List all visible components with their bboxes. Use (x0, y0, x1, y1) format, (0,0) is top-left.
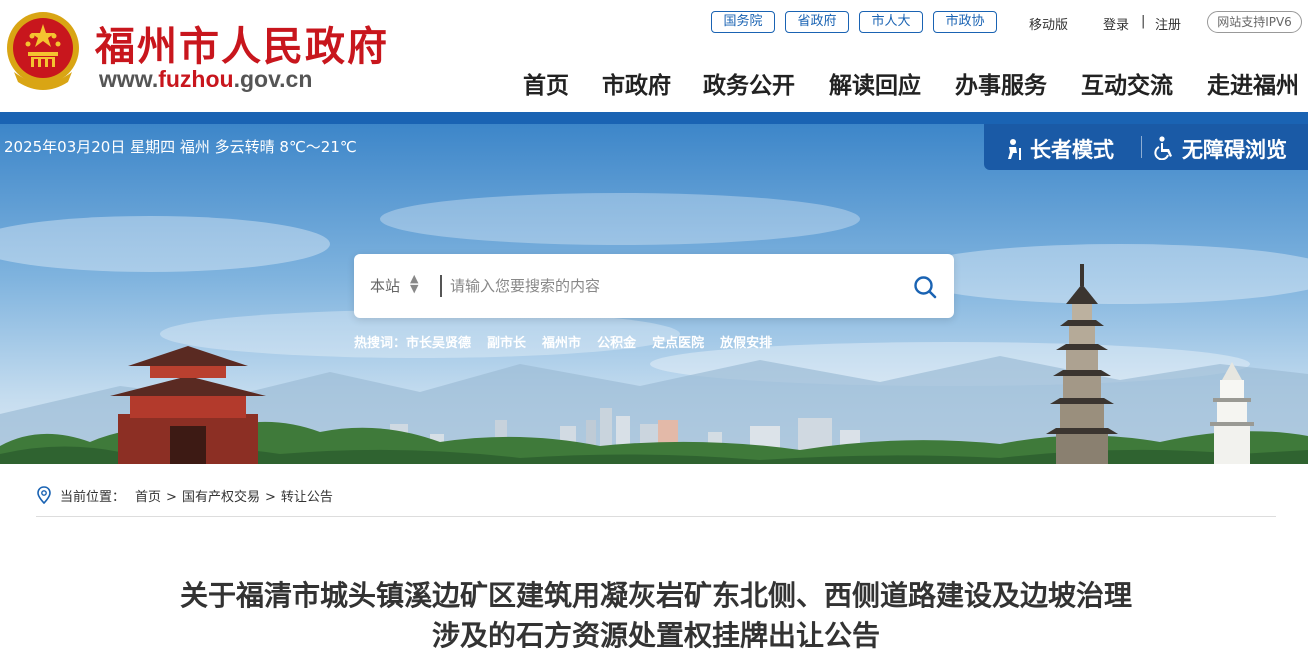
search-input[interactable] (450, 270, 890, 302)
login-separator: | (1141, 14, 1146, 29)
breadcrumb-transfer-notice[interactable]: 转让公告 (281, 490, 333, 505)
site-header: 福州市人民政府 www.fuzhou.gov.cn 国务院 省政府 市人大 市政… (0, 0, 1308, 116)
search-box: 本站 ▲ ▼ (354, 254, 954, 318)
nav-government[interactable]: 市政府 (602, 66, 671, 100)
elder-person-icon (1008, 139, 1021, 160)
hot-word[interactable]: 福州市 (542, 332, 581, 351)
accessibility-toolbar: 长者模式 无障碍浏览 (984, 124, 1308, 170)
wheelchair-icon (1154, 136, 1172, 160)
site-url-prefix: www. (99, 66, 159, 92)
search-divider (440, 275, 442, 297)
site-url[interactable]: www.fuzhou.gov.cn (99, 66, 312, 93)
nav-interpretation[interactable]: 解读回应 (829, 66, 921, 100)
scope-sort-icon[interactable]: ▲ ▼ (410, 273, 418, 294)
banner: 2025年03月20日 星期四 福州 多云转晴 8℃～21℃ 长者模式 无障碍浏… (0, 124, 1308, 464)
article-title: 关于福清市城头镇溪边矿区建筑用凝灰岩矿东北侧、西侧道路建设及边坡治理 涉及的石方资… (64, 576, 1248, 656)
elder-mode-button[interactable]: 长者模式 (1004, 134, 1114, 164)
register-link[interactable]: 注册 (1155, 14, 1181, 33)
search-icon[interactable] (910, 272, 940, 302)
breadcrumb: 当前位置： 首页 > 国有产权交易 > 转让公告 (36, 486, 333, 505)
link-guowuyuan[interactable]: 国务院 (711, 11, 775, 33)
national-emblem-icon[interactable] (4, 10, 82, 90)
site-url-suffix: .gov.cn (233, 66, 313, 92)
date-weather: 2025年03月20日 星期四 福州 多云转晴 8℃～21℃ (4, 138, 357, 156)
nav-about-fuzhou[interactable]: 走进福州 (1207, 66, 1299, 100)
link-shengzhengfu[interactable]: 省政府 (785, 11, 849, 33)
ipv6-badge[interactable]: 网站支持IPV6 (1207, 11, 1302, 33)
accessible-browse-label: 无障碍浏览 (1182, 138, 1287, 162)
link-shirenda[interactable]: 市人大 (859, 11, 923, 33)
hot-word[interactable]: 公积金 (597, 332, 636, 351)
header-divider (0, 112, 1308, 124)
elder-mode-label: 长者模式 (1030, 138, 1114, 162)
site-url-highlight: fuzhou (158, 66, 234, 92)
location-pin-icon (37, 486, 51, 505)
article-title-line1: 关于福清市城头镇溪边矿区建筑用凝灰岩矿东北侧、西侧道路建设及边坡治理 (179, 579, 1132, 612)
hot-search-words: 热搜词：市长吴贤德 副市长 福州市 公积金 定点医院 放假安排 (354, 332, 788, 351)
article-title-line2: 涉及的石方资源处置权挂牌出让公告 (431, 619, 880, 652)
nav-interaction[interactable]: 互动交流 (1081, 66, 1173, 100)
breadcrumb-sep: > (166, 490, 177, 505)
hot-word[interactable]: 放假安排 (720, 332, 772, 351)
mobile-version-link[interactable]: 移动版 (1029, 14, 1068, 33)
site-name[interactable]: 福州市人民政府 (95, 14, 389, 72)
hot-word[interactable]: 市长吴贤德 (406, 332, 471, 351)
hot-search-label: 热搜词： (354, 336, 407, 351)
login-link[interactable]: 登录 (1103, 14, 1129, 33)
article-panel: 当前位置： 首页 > 国有产权交易 > 转让公告 关于福清市城头镇溪边矿区建筑用凝灰岩矿东… (4, 464, 1308, 663)
search-scope-select[interactable]: 本站 (370, 275, 400, 296)
access-divider (1141, 136, 1142, 158)
breadcrumb-state-assets[interactable]: 国有产权交易 (182, 490, 260, 505)
breadcrumb-sep: > (264, 490, 276, 505)
hot-word[interactable]: 副市长 (487, 332, 526, 351)
breadcrumb-label: 当前位置： (60, 490, 126, 505)
nav-home[interactable]: 首页 (523, 66, 569, 100)
hot-word[interactable]: 定点医院 (652, 332, 704, 351)
link-shizhengxie[interactable]: 市政协 (933, 11, 997, 33)
nav-public-affairs[interactable]: 政务公开 (703, 66, 795, 100)
breadcrumb-divider (36, 516, 1276, 517)
nav-services[interactable]: 办事服务 (955, 66, 1047, 100)
accessible-browse-button[interactable]: 无障碍浏览 (1154, 134, 1287, 164)
breadcrumb-home[interactable]: 首页 (135, 490, 161, 505)
